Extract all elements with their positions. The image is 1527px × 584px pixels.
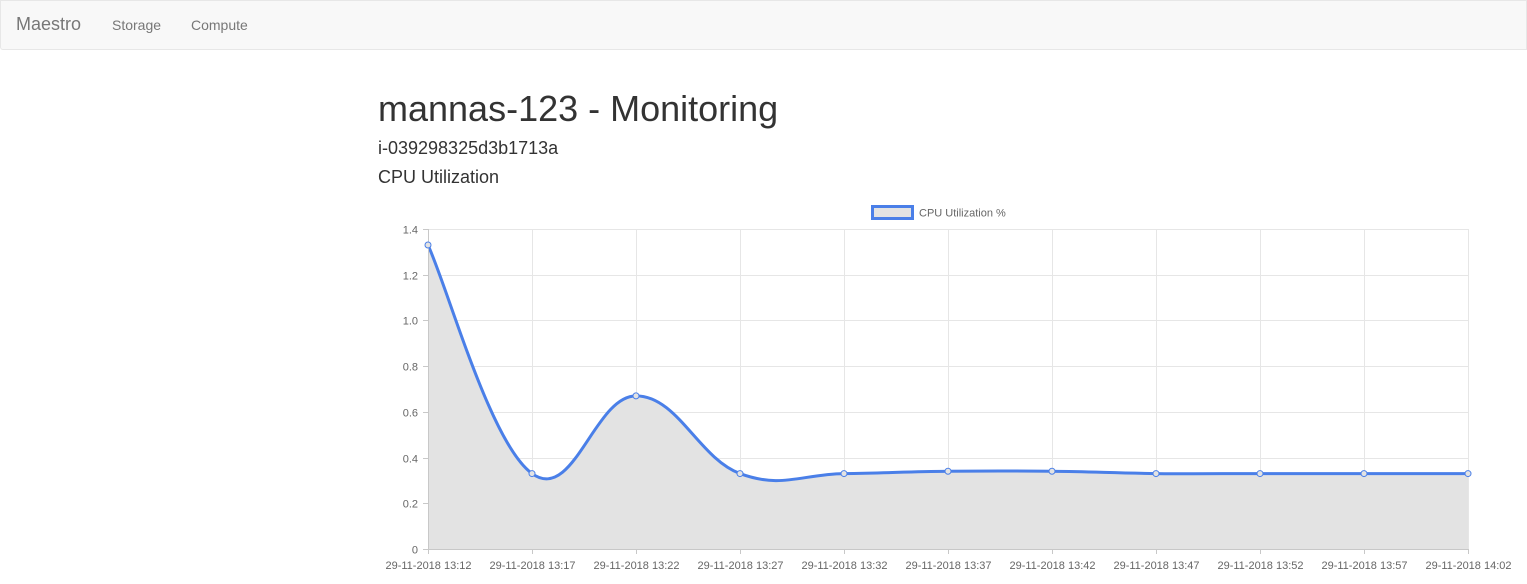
data-point[interactable] — [632, 392, 640, 400]
x-tick-label: 29-11-2018 14:02 — [1425, 560, 1511, 572]
x-tick-label: 29-11-2018 13:57 — [1321, 560, 1407, 572]
y-tick-label: 0 — [412, 545, 418, 557]
x-tick-label: 29-11-2018 13:42 — [1009, 560, 1095, 572]
data-point[interactable] — [736, 470, 744, 478]
data-point[interactable] — [528, 470, 536, 478]
y-tick-label: 1.0 — [403, 316, 418, 328]
x-tick-label: 29-11-2018 13:27 — [697, 560, 783, 572]
y-tick-labels: 0 0.2 0.4 0.6 0.8 1.0 1.2 1.4 — [403, 225, 418, 557]
data-point[interactable] — [424, 241, 432, 249]
data-point[interactable] — [1360, 470, 1368, 478]
legend-label: CPU Utilization % — [919, 208, 1006, 220]
x-tick-label: 29-11-2018 13:12 — [385, 560, 471, 572]
x-tick-label: 29-11-2018 13:32 — [801, 560, 887, 572]
y-tick-label: 0.2 — [403, 499, 418, 511]
y-tick-label: 0.6 — [403, 408, 418, 420]
x-tick-label: 29-11-2018 13:47 — [1113, 560, 1199, 572]
x-tick-label: 29-11-2018 13:22 — [593, 560, 679, 572]
y-tick-label: 1.2 — [403, 271, 418, 283]
cpu-utilization-chart: 00.20.40.60.81.01.21.4 29-11-2018 13:12 2… — [385, 205, 1512, 572]
x-tick-label: 29-11-2018 13:37 — [905, 560, 991, 572]
data-point[interactable] — [944, 467, 952, 475]
x-tick-label: 29-11-2018 13:17 — [489, 560, 575, 572]
data-point[interactable] — [1048, 467, 1056, 475]
data-point[interactable] — [840, 470, 848, 478]
data-point[interactable] — [1464, 470, 1472, 478]
legend[interactable]: CPU Utilization % — [871, 205, 1007, 220]
data-point[interactable] — [1256, 470, 1264, 478]
legend-swatch — [871, 205, 914, 220]
x-tick-label: 29-11-2018 13:52 — [1217, 560, 1303, 572]
data-point[interactable] — [1152, 470, 1160, 478]
y-tick-label: 0.8 — [403, 362, 418, 374]
y-tick-label: 1.4 — [403, 225, 418, 237]
x-tick-labels: 29-11-2018 13:12 29-11-2018 13:17 29-11-20… — [385, 560, 1511, 572]
y-tick-label: 0.4 — [403, 454, 418, 466]
